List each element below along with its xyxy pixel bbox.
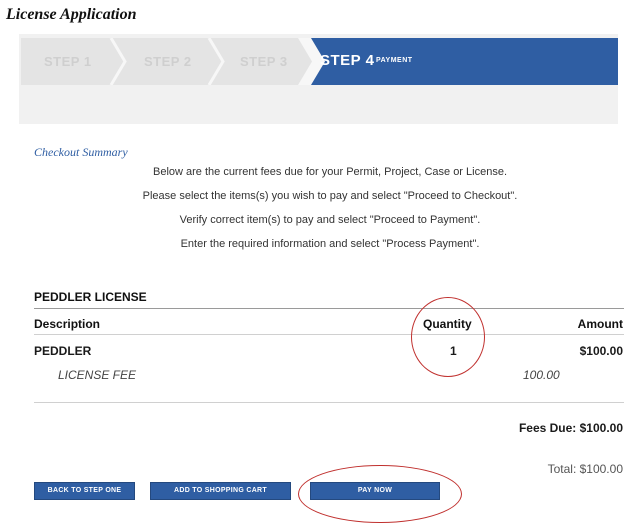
annotation-circle-quantity [411, 297, 485, 377]
step-4-active: STEP 4 [320, 52, 375, 69]
total: Total: $100.00 [547, 462, 623, 476]
step-3: STEP 3 [240, 54, 288, 69]
instruction-line: Verify correct item(s) to pay and select… [179, 214, 481, 226]
fee-line-amount: 100.00 [523, 368, 560, 382]
fee-line-description: LICENSE FEE [58, 368, 137, 382]
instruction-line: Enter the required information and selec… [180, 238, 480, 250]
row-amount: $100.00 [579, 344, 623, 358]
license-section-title: PEDDLER LICENSE [34, 290, 147, 304]
step-4-sublabel: PAYMENT [376, 57, 413, 64]
table-divider [34, 308, 624, 309]
step-2: STEP 2 [144, 54, 192, 69]
annotation-circle-pay-now [298, 465, 462, 523]
table-divider [34, 334, 624, 335]
instruction-line: Below are the current fees due for your … [153, 166, 507, 178]
page-title: License Application [6, 6, 137, 23]
row-description: PEDDLER [34, 344, 92, 358]
step-1: STEP 1 [44, 54, 92, 69]
checkout-summary-title: Checkout Summary [34, 145, 128, 159]
instruction-line: Please select the items(s) you wish to p… [142, 190, 518, 202]
column-amount: Amount [577, 317, 623, 331]
fees-due: Fees Due: $100.00 [518, 421, 623, 435]
add-to-shopping-cart-button[interactable]: ADD TO SHOPPING CART [150, 482, 291, 500]
column-description: Description [34, 317, 101, 331]
back-to-step-one-button[interactable]: BACK TO STEP ONE [34, 482, 135, 500]
table-divider [34, 402, 624, 403]
